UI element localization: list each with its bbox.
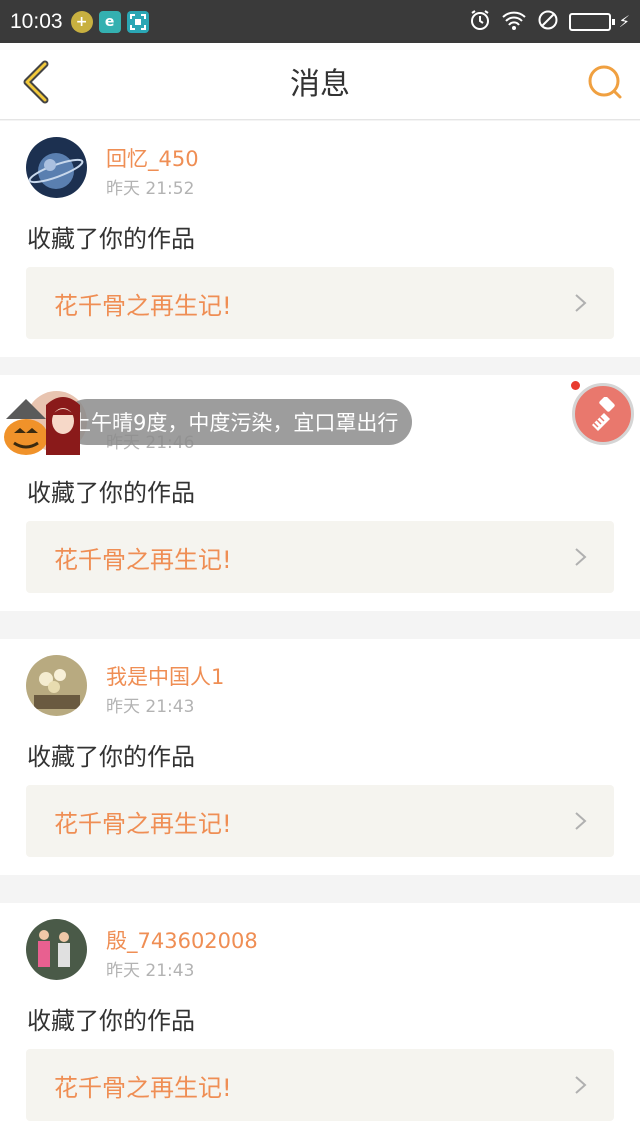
work-title: 花千骨之再生记!: [54, 1073, 232, 1102]
weather-pill: 上午晴9度，中度污染，宜口罩出行: [64, 399, 413, 445]
action-text: 收藏了你的作品: [27, 1007, 195, 1035]
weather-text: 上午晴9度，中度污染，宜口罩出行: [70, 411, 399, 435]
notification-dot: [571, 381, 580, 390]
girl-avatar-icon: [46, 397, 80, 455]
avatar[interactable]: [26, 655, 87, 716]
action-text: 收藏了你的作品: [27, 479, 195, 507]
message-time: 昨天 21:43: [106, 961, 195, 981]
message-time: 昨天 21:43: [106, 697, 195, 717]
charging-icon: ⚡: [618, 11, 630, 31]
floating-assist-button[interactable]: [572, 383, 634, 445]
user-name[interactable]: 我是中国人1: [106, 661, 224, 691]
status-bar: 10:03 + e ⚡: [0, 0, 640, 43]
plus-app-icon: +: [70, 10, 93, 33]
search-button[interactable]: [584, 61, 626, 103]
page-title: 消息: [290, 67, 350, 102]
message-list: 回忆_450 昨天 21:52 收藏了你的作品 花千骨之再生记! 昨天 21:4…: [0, 121, 640, 1138]
search-icon: [588, 65, 622, 99]
avatar[interactable]: [26, 919, 87, 980]
scan-app-icon: [126, 10, 149, 33]
chevron-right-icon: [575, 294, 587, 312]
back-button[interactable]: [14, 59, 58, 105]
user-name[interactable]: 殷_743602008: [106, 925, 258, 955]
user-name[interactable]: 回忆_450: [106, 143, 199, 173]
chevron-right-icon: [575, 812, 587, 830]
status-right-icons: ⚡: [469, 9, 630, 35]
work-title: 花千骨之再生记!: [54, 291, 232, 320]
message-card: 我是中国人1 昨天 21:43 收藏了你的作品 花千骨之再生记!: [0, 639, 640, 875]
wifi-icon: [501, 10, 527, 34]
work-link[interactable]: 花千骨之再生记!: [26, 785, 614, 857]
work-title: 花千骨之再生记!: [54, 545, 232, 574]
work-link[interactable]: 花千骨之再生记!: [26, 267, 614, 339]
message-card: 殷_743602008 昨天 21:43 收藏了你的作品 花千骨之再生记!: [0, 903, 640, 1138]
do-not-disturb-icon: [537, 9, 559, 35]
alarm-icon: [469, 9, 491, 35]
chevron-right-icon: [575, 1076, 587, 1094]
chevron-right-icon: [575, 548, 587, 566]
battery-icon: [568, 12, 615, 31]
action-text: 收藏了你的作品: [27, 743, 195, 771]
broom-icon: [592, 397, 615, 431]
status-app-icons: + e: [70, 10, 149, 33]
avatar[interactable]: [26, 137, 87, 198]
chevron-left-icon: [23, 60, 49, 104]
e-app-icon: e: [98, 10, 121, 33]
work-title: 花千骨之再生记!: [54, 809, 232, 838]
work-link[interactable]: 花千骨之再生记!: [26, 521, 614, 593]
nav-bar: 消息: [0, 43, 640, 120]
status-time: 10:03: [10, 9, 63, 33]
message-card: 回忆_450 昨天 21:52 收藏了你的作品 花千骨之再生记!: [0, 121, 640, 357]
work-link[interactable]: 花千骨之再生记!: [26, 1049, 614, 1121]
message-time: 昨天 21:52: [106, 179, 195, 199]
action-text: 收藏了你的作品: [27, 225, 195, 253]
